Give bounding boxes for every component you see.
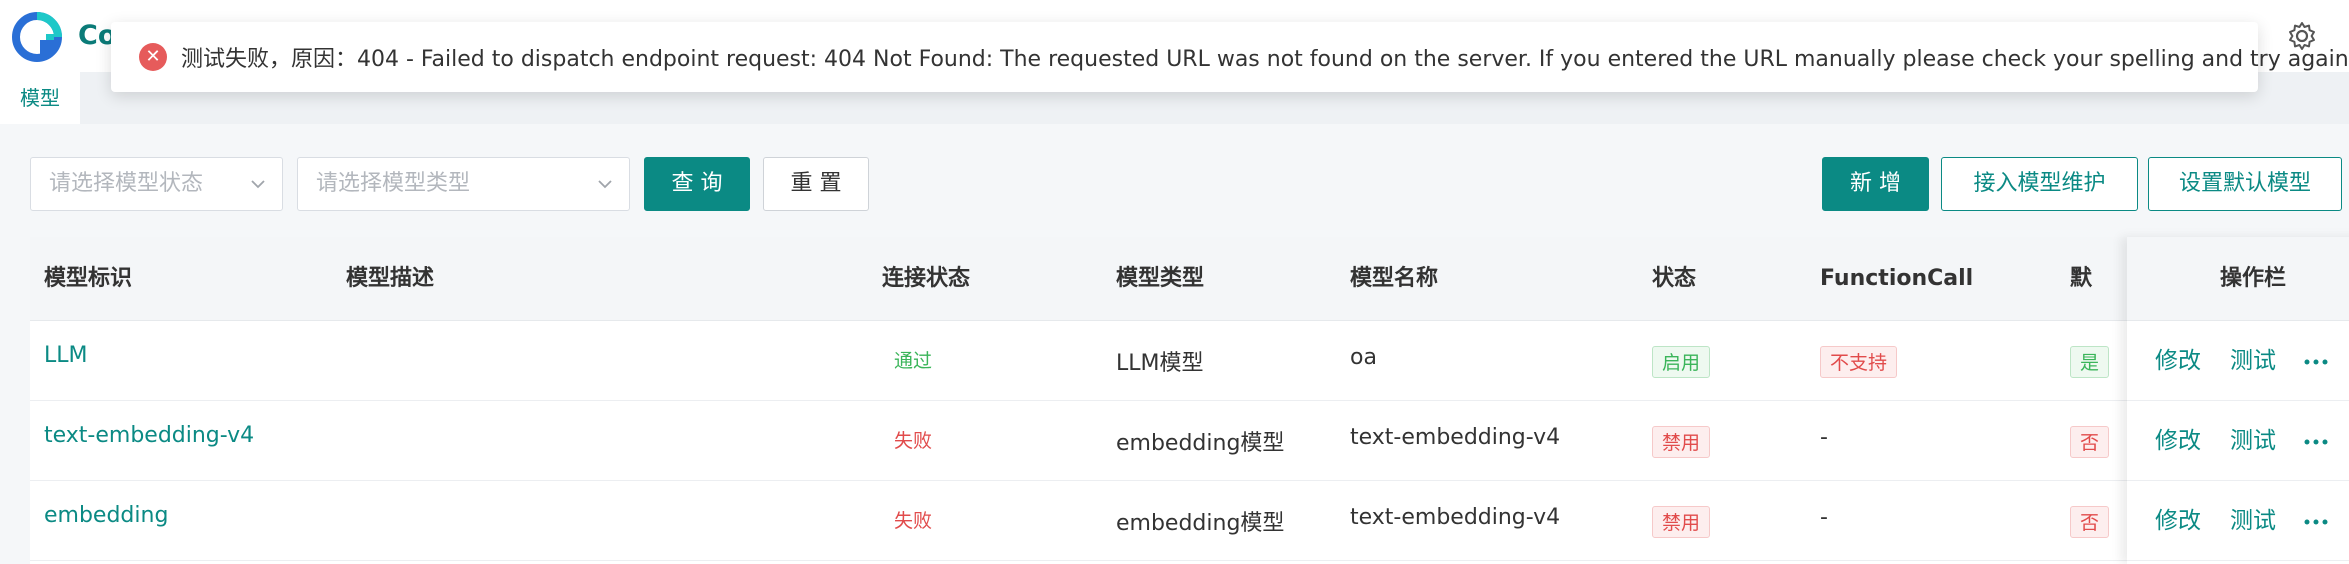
- functioncall-value: -: [1820, 505, 1828, 530]
- set-default-model-button[interactable]: 设置默认模型: [2148, 157, 2342, 211]
- table-header: 模型标识 模型描述 连接状态 模型类型 模型名称 状态 FunctionCall…: [30, 237, 2349, 321]
- model-type: LLM模型: [1116, 351, 1204, 376]
- chevron-down-icon: [598, 180, 612, 189]
- tab-model[interactable]: 模型: [0, 72, 80, 124]
- toast-message: 测试失败，原因：404 - Failed to dispatch endpoin…: [181, 47, 2349, 72]
- column-header: 模型类型: [1116, 266, 1205, 291]
- models-table: 模型标识 模型描述 连接状态 模型类型 模型名称 状态 FunctionCall…: [30, 237, 2349, 564]
- test-button[interactable]: 测试: [2230, 401, 2276, 481]
- table-row[interactable]: LLM 通过 LLM模型 oa 启用 不支持 是: [30, 321, 2349, 401]
- model-status-select[interactable]: 请选择模型状态: [30, 157, 283, 211]
- column-header: 连接状态: [882, 266, 971, 291]
- default-badge: 否: [2070, 426, 2110, 458]
- model-name: text-embedding-v4: [1350, 425, 1561, 450]
- reset-button[interactable]: 重 置: [763, 157, 869, 211]
- more-dots-icon[interactable]: [2304, 359, 2328, 365]
- model-id-link[interactable]: embedding: [44, 503, 168, 528]
- error-circle-icon[interactable]: ✕: [139, 43, 167, 71]
- default-badge: 是: [2070, 346, 2110, 378]
- action-row: 修改 测试: [2127, 481, 2349, 561]
- more-dots-icon[interactable]: [2304, 439, 2328, 445]
- model-id-link[interactable]: LLM: [44, 343, 88, 368]
- edit-button[interactable]: 修改: [2155, 401, 2201, 481]
- model-type: embedding模型: [1116, 431, 1285, 456]
- error-toast: ✕ 测试失败，原因：404 - Failed to dispatch endpo…: [111, 22, 2349, 92]
- app-logo-icon[interactable]: [12, 12, 62, 62]
- more-dots-icon[interactable]: [2304, 519, 2328, 525]
- status-badge: 禁用: [1652, 426, 1711, 458]
- action-column-header: 操作栏: [2127, 237, 2349, 321]
- action-row: 修改 测试: [2127, 401, 2349, 481]
- model-type: embedding模型: [1116, 511, 1285, 536]
- status-badge: 禁用: [1652, 506, 1711, 538]
- column-header: 默: [2070, 266, 2093, 291]
- test-button[interactable]: 测试: [2230, 481, 2276, 561]
- connection-status: 通过: [894, 350, 933, 372]
- select-placeholder: 请选择模型状态: [49, 171, 204, 196]
- column-header: FunctionCall: [1820, 266, 1974, 291]
- column-header: 模型名称: [1350, 266, 1439, 291]
- select-placeholder: 请选择模型类型: [316, 171, 471, 196]
- functioncall-value: -: [1820, 425, 1828, 450]
- model-name: oa: [1350, 345, 1377, 370]
- table-row[interactable]: embedding 失败 embedding模型 text-embedding-…: [30, 481, 2349, 561]
- model-type-select[interactable]: 请选择模型类型: [297, 157, 630, 211]
- connection-status: 失败: [894, 430, 933, 452]
- column-header: 模型描述: [346, 266, 435, 291]
- model-id-link[interactable]: text-embedding-v4: [44, 423, 254, 448]
- status-badge: 启用: [1652, 346, 1711, 378]
- table-row[interactable]: text-embedding-v4 失败 embedding模型 text-em…: [30, 401, 2349, 481]
- chevron-down-icon: [251, 180, 265, 189]
- model-name: text-embedding-v4: [1350, 505, 1561, 530]
- action-row: 修改 测试: [2127, 321, 2349, 401]
- action-column: 操作栏 修改 测试 修改 测试 修改 测试: [2127, 237, 2349, 564]
- column-header: 状态: [1652, 266, 1697, 291]
- functioncall-badge: 不支持: [1820, 346, 1898, 378]
- column-header: 模型标识: [44, 266, 133, 291]
- model-maintenance-button[interactable]: 接入模型维护: [1941, 157, 2138, 211]
- connection-status: 失败: [894, 510, 933, 532]
- query-button[interactable]: 查 询: [644, 157, 750, 211]
- edit-button[interactable]: 修改: [2155, 321, 2201, 401]
- test-button[interactable]: 测试: [2230, 321, 2276, 401]
- edit-button[interactable]: 修改: [2155, 481, 2201, 561]
- add-button[interactable]: 新 增: [1822, 157, 1929, 211]
- default-badge: 否: [2070, 506, 2110, 538]
